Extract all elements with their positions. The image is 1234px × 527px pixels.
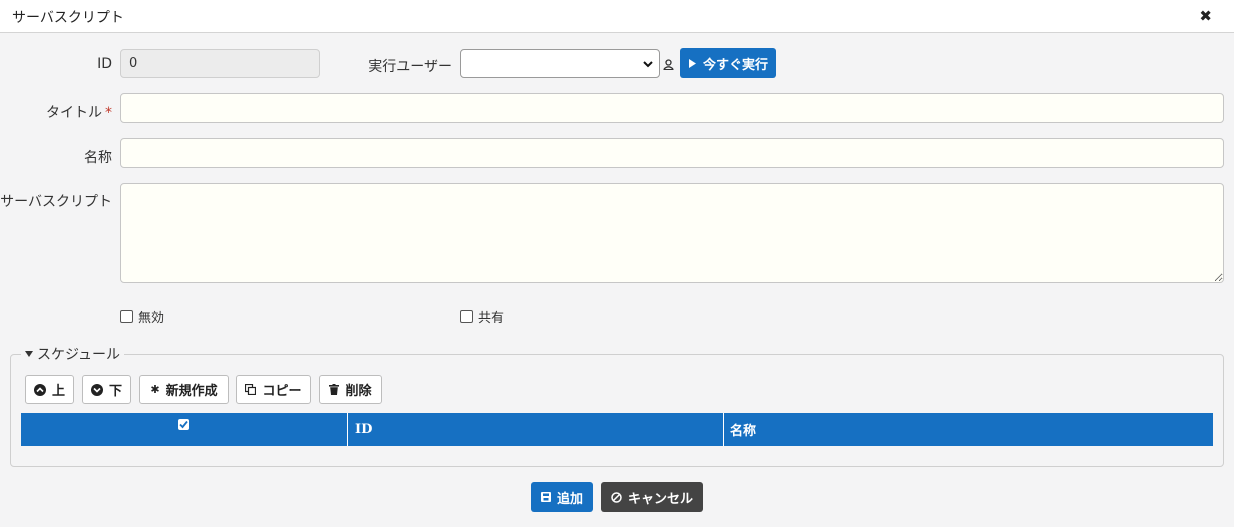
column-divider xyxy=(347,413,348,446)
id-value: 0 xyxy=(129,56,138,71)
chevron-down-icon xyxy=(643,61,653,68)
add-button[interactable]: 追加 xyxy=(531,482,593,512)
trash-icon xyxy=(329,384,340,395)
shared-checkbox[interactable]: 共有 xyxy=(460,307,504,326)
gear-icon: ✱ xyxy=(150,383,160,396)
select-all-checkbox[interactable] xyxy=(178,408,189,441)
shared-label: 共有 xyxy=(478,311,505,326)
shared-checkbox-box[interactable] xyxy=(460,310,473,323)
column-header-name[interactable]: 名称 xyxy=(730,413,756,446)
script-textarea[interactable] xyxy=(120,183,1224,283)
cancel-label: キャンセル xyxy=(627,491,693,507)
dialog-titlebar: サーバスクリプト ✖ xyxy=(0,0,1234,33)
title-input[interactable] xyxy=(120,93,1224,123)
dialog-title: サーバスクリプト xyxy=(12,10,124,26)
circle-up-icon xyxy=(33,383,46,396)
new-label: 新規作成 xyxy=(165,384,218,399)
save-icon xyxy=(540,492,551,502)
run-now-button[interactable]: 今すぐ実行 xyxy=(680,48,776,78)
script-label: サーバスクリプト xyxy=(0,194,112,210)
disabled-label: 無効 xyxy=(138,311,165,326)
add-label: 追加 xyxy=(556,491,583,507)
column-header-id[interactable]: ID xyxy=(355,413,372,446)
name-input[interactable] xyxy=(120,138,1224,168)
name-label: 名称 xyxy=(84,150,112,166)
move-up-label: 上 xyxy=(51,384,65,399)
title-label-text: タイトル xyxy=(46,105,102,121)
delete-label: 削除 xyxy=(345,384,372,399)
schedule-legend-label: スケジュール xyxy=(37,347,121,363)
schedule-legend[interactable]: スケジュール xyxy=(21,344,124,364)
disabled-checkbox[interactable]: 無効 xyxy=(120,307,164,326)
ban-icon xyxy=(611,491,622,503)
schedule-section: スケジュール xyxy=(10,344,1224,467)
user-icon[interactable] xyxy=(663,59,674,70)
title-label: タイトル * xyxy=(20,102,112,122)
id-label: ID xyxy=(97,56,112,72)
close-icon[interactable]: ✖ xyxy=(1199,7,1212,25)
id-field: 0 xyxy=(120,49,320,78)
copy-label: コピー xyxy=(262,384,302,399)
caret-down-icon xyxy=(25,351,33,357)
move-down-label: 下 xyxy=(108,384,122,399)
move-down-button[interactable]: 下 xyxy=(82,375,131,404)
check-icon xyxy=(178,419,189,430)
move-up-button[interactable]: 上 xyxy=(25,375,74,404)
schedule-grid-header: ID 名称 xyxy=(21,413,1213,446)
exec-user-label: 実行ユーザー xyxy=(368,59,452,75)
copy-button[interactable]: コピー xyxy=(236,375,311,404)
copy-icon xyxy=(245,384,257,395)
circle-down-icon xyxy=(90,383,103,396)
column-divider xyxy=(723,413,724,446)
new-button[interactable]: ✱ 新規作成 xyxy=(139,375,229,404)
delete-button[interactable]: 削除 xyxy=(319,375,382,404)
required-mark: * xyxy=(105,105,112,121)
exec-user-select[interactable] xyxy=(460,49,660,78)
cancel-button[interactable]: キャンセル xyxy=(601,482,703,512)
run-now-label: 今すぐ実行 xyxy=(702,57,768,73)
play-icon xyxy=(688,58,696,68)
disabled-checkbox-box[interactable] xyxy=(120,310,133,323)
